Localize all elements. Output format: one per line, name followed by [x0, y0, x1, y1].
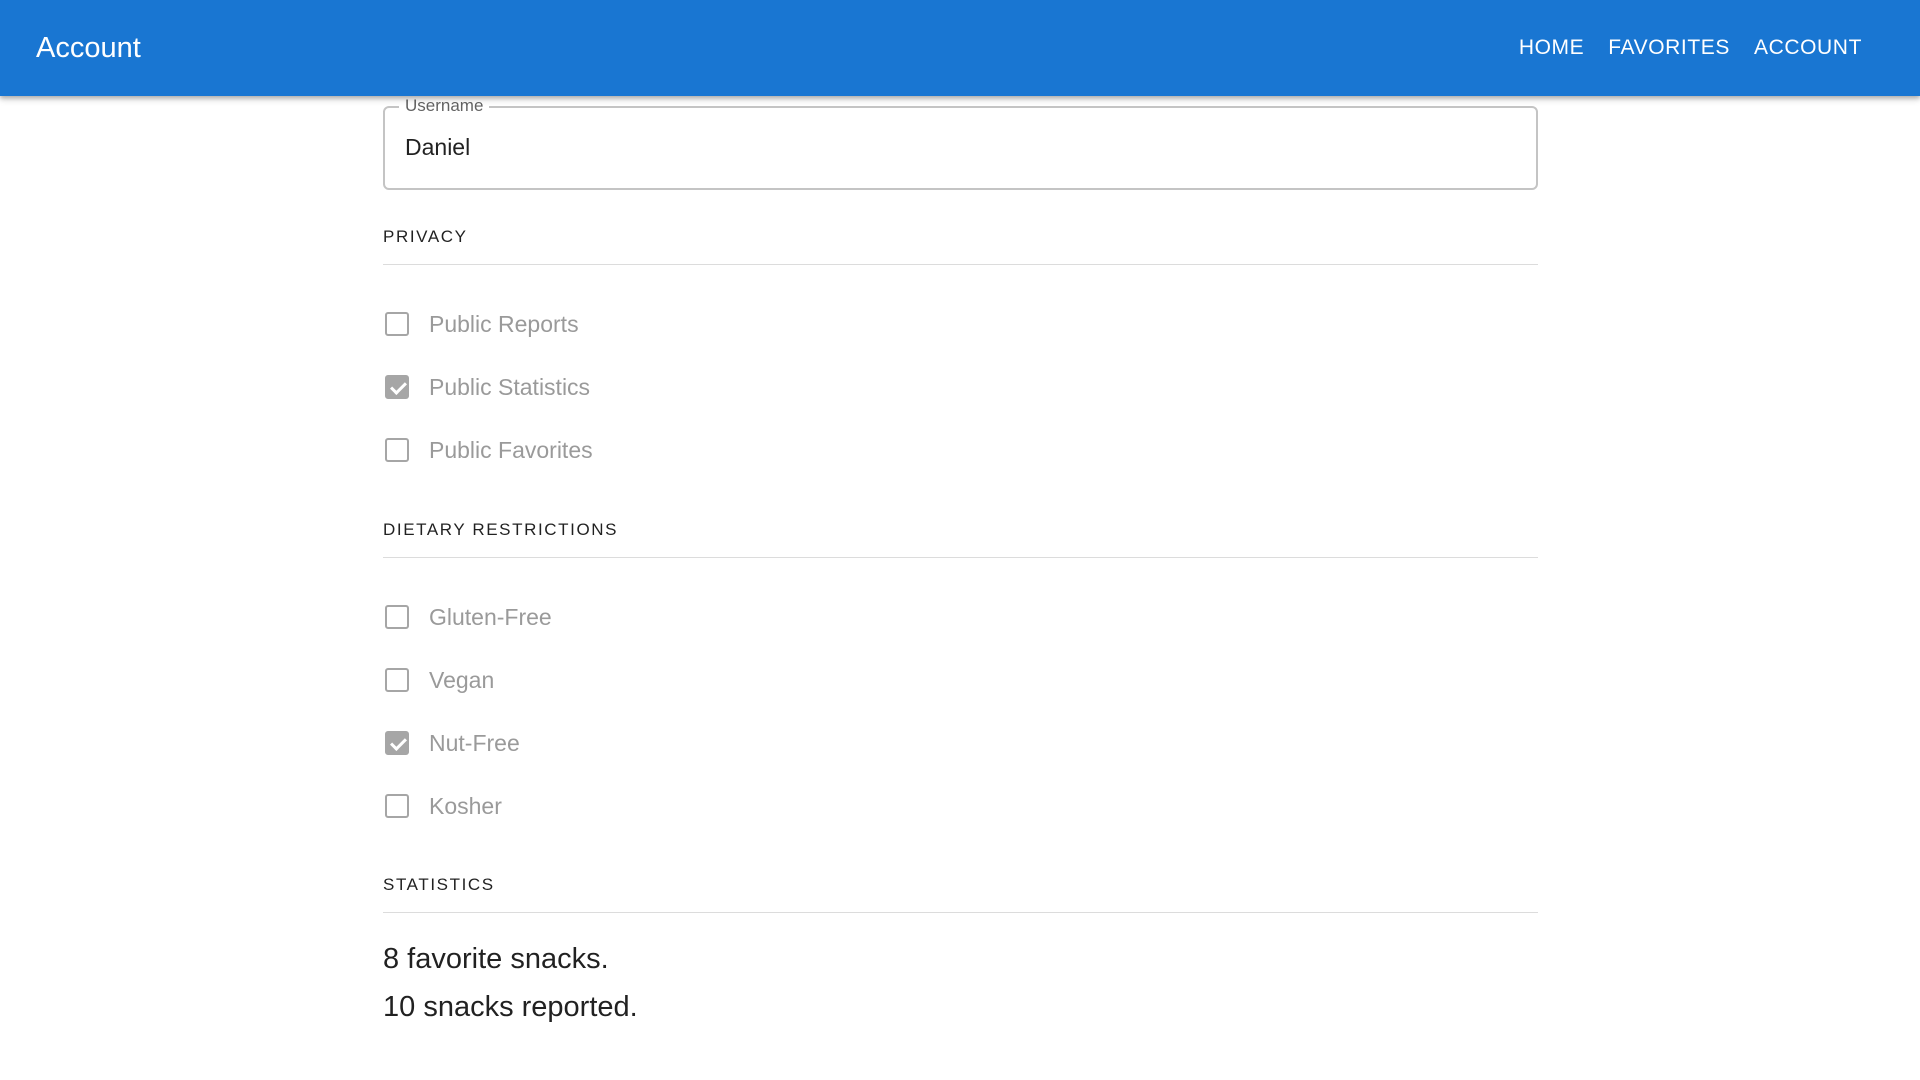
checkbox-unchecked-icon[interactable]	[385, 438, 409, 462]
checkbox-unchecked-icon[interactable]	[385, 668, 409, 692]
checkbox-unchecked-icon[interactable]	[385, 312, 409, 336]
dietary-heading: DIETARY RESTRICTIONS	[383, 520, 619, 539]
checkbox-public-favorites[interactable]: Public Favorites	[383, 430, 593, 470]
app-bar: Account HOME FAVORITES ACCOUNT	[0, 0, 1920, 96]
checkbox-label: Public Favorites	[429, 436, 593, 463]
checkbox-public-statistics[interactable]: Public Statistics	[383, 367, 590, 407]
top-nav: HOME FAVORITES ACCOUNT	[1507, 0, 1874, 96]
checkbox-checked-icon[interactable]	[385, 375, 409, 399]
nav-home-button[interactable]: HOME	[1507, 26, 1596, 70]
username-label: Username	[399, 94, 490, 118]
snacks-reported-count: 10 snacks reported.	[383, 991, 638, 1023]
checkbox-label: Public Reports	[429, 310, 579, 337]
statistics-heading: STATISTICS	[383, 875, 495, 894]
checkbox-vegan[interactable]: Vegan	[383, 660, 494, 700]
checkbox-unchecked-icon[interactable]	[385, 794, 409, 818]
checkbox-gluten-free[interactable]: Gluten-Free	[383, 597, 552, 637]
checkbox-kosher[interactable]: Kosher	[383, 786, 502, 826]
checkbox-checked-icon[interactable]	[385, 731, 409, 755]
checkbox-nut-free[interactable]: Nut-Free	[383, 723, 520, 763]
nav-account-button[interactable]: ACCOUNT	[1742, 26, 1874, 70]
checkbox-label: Kosher	[429, 792, 502, 819]
dietary-divider	[383, 557, 1538, 558]
checkbox-public-reports[interactable]: Public Reports	[383, 304, 579, 344]
checkbox-unchecked-icon[interactable]	[385, 605, 409, 629]
checkbox-label: Gluten-Free	[429, 603, 552, 630]
page-title: Account	[36, 32, 141, 64]
nav-favorites-button[interactable]: FAVORITES	[1596, 26, 1742, 70]
checkbox-label: Public Statistics	[429, 373, 591, 400]
statistics-divider	[383, 912, 1538, 913]
privacy-divider	[383, 264, 1538, 265]
privacy-heading: PRIVACY	[383, 227, 468, 246]
checkbox-label: Vegan	[429, 666, 495, 693]
username-field[interactable]: Username	[383, 94, 1538, 190]
favorite-snacks-count: 8 favorite snacks.	[383, 943, 609, 975]
username-input[interactable]	[405, 122, 1505, 172]
checkbox-label: Nut-Free	[429, 729, 520, 756]
